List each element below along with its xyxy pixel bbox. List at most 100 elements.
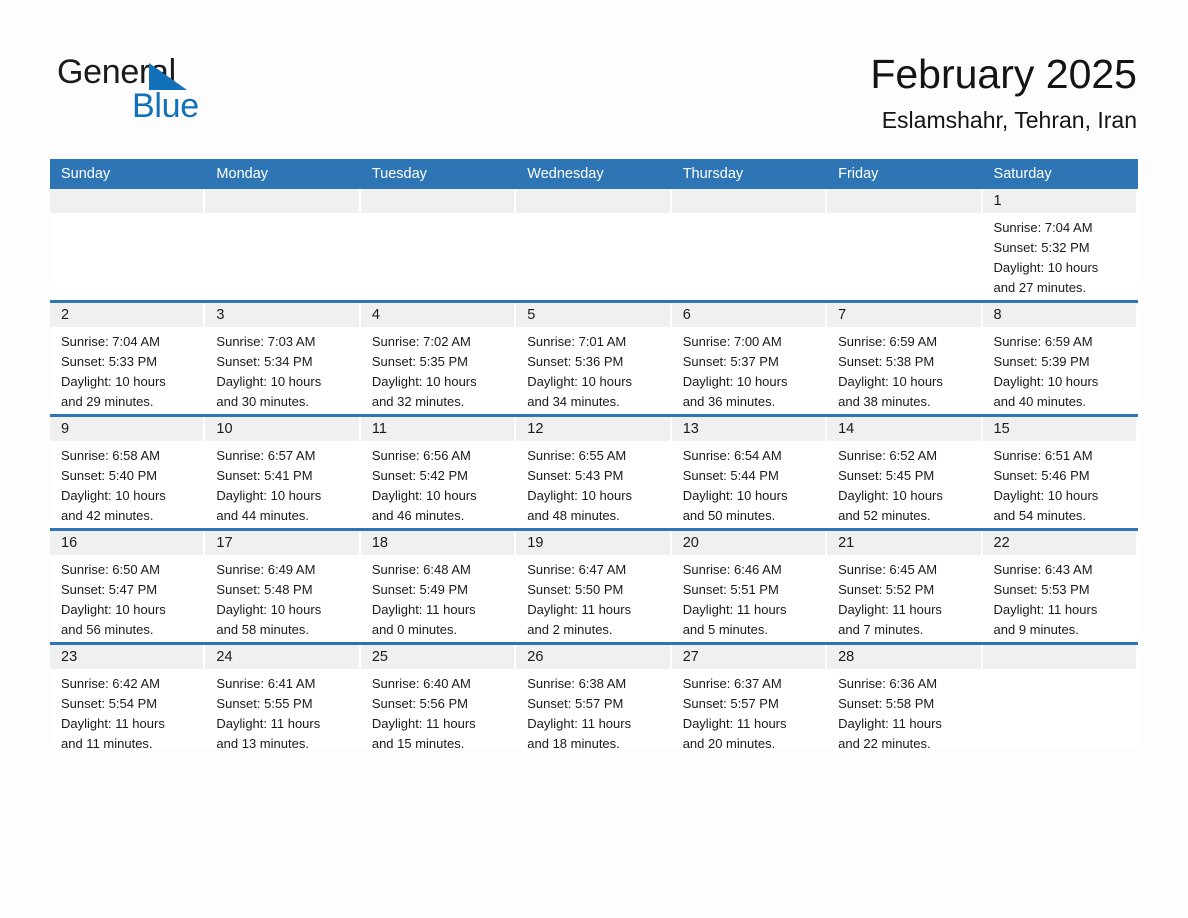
daylight-text: and 0 minutes.: [371, 622, 458, 637]
daylight-text: and 52 minutes.: [838, 508, 931, 523]
daylight-text: Daylight: 11 hours: [682, 602, 787, 617]
sunrise-text: Sunrise: 6:58 AM: [61, 448, 160, 463]
calendar-cell-empty[interactable]: [671, 189, 828, 300]
day-details: Sunrise: 6:56 AM Sunset: 5:42 PM Daylight:…: [361, 441, 516, 526]
day-number-band: 15: [982, 417, 1136, 441]
calendar-body: 1 Sunrise: 7:04 AM Sunset: 5:32 PM Daylight…: [50, 189, 1138, 751]
sunset-text: Sunset: 5:45 PM: [838, 468, 935, 483]
day-number-band: 1: [982, 189, 1136, 213]
calendar-cell-day[interactable]: 14 Sunrise: 6:52 AM Sunset: 5:45 PM Dayligh…: [827, 417, 983, 528]
day-number: 25: [371, 649, 388, 665]
day-number: 11: [371, 421, 387, 437]
daylight-text: Daylight: 10 hours: [216, 488, 322, 503]
daylight-text: Daylight: 10 hours: [527, 488, 633, 503]
calendar-cell-day[interactable]: 12 Sunrise: 6:55 AM Sunset: 5:43 PM Dayligh…: [516, 417, 672, 528]
calendar-cell-day[interactable]: 1 Sunrise: 7:04 AM Sunset: 5:32 PM Daylight…: [982, 189, 1138, 300]
day-number-band: 21: [827, 531, 981, 555]
sunset-text: Sunset: 5:58 PM: [838, 696, 935, 711]
daylight-text: Daylight: 11 hours: [838, 716, 942, 731]
daylight-text: Daylight: 10 hours: [993, 260, 1099, 275]
calendar-cell-empty[interactable]: [827, 189, 983, 300]
day-number-band: [205, 189, 359, 213]
daylight-text: and 54 minutes.: [993, 508, 1087, 523]
sunset-text: Sunset: 5:53 PM: [993, 582, 1090, 597]
calendar-cell-day[interactable]: 28 Sunrise: 6:36 AM Sunset: 5:58 PM Dayligh…: [827, 645, 983, 751]
calendar-cell-day[interactable]: 6 Sunrise: 7:00 AM Sunset: 5:37 PM Daylight…: [671, 303, 828, 414]
day-details: Sunrise: 7:00 AM Sunset: 5:37 PM Daylight:…: [672, 327, 827, 412]
week-row: 9 Sunrise: 6:58 AM Sunset: 5:40 PM Daylight…: [50, 414, 1138, 528]
sunset-text: Sunset: 5:34 PM: [216, 354, 313, 369]
calendar-cell-day[interactable]: 18 Sunrise: 6:48 AM Sunset: 5:49 PM Dayligh…: [360, 531, 517, 642]
calendar-cell-day[interactable]: 2 Sunrise: 7:04 AM Sunset: 5:33 PM Daylight…: [50, 303, 206, 414]
day-details: Sunrise: 7:01 AM Sunset: 5:36 PM Daylight:…: [516, 327, 671, 412]
day-number: 17: [216, 535, 233, 551]
calendar-cell-empty[interactable]: [516, 189, 672, 300]
daylight-text: and 2 minutes.: [527, 622, 613, 637]
sunrise-text: Sunrise: 7:00 AM: [682, 334, 782, 349]
calendar-cell-day[interactable]: 7 Sunrise: 6:59 AM Sunset: 5:38 PM Daylight…: [827, 303, 983, 414]
day-number-band: 14: [827, 417, 981, 441]
calendar-cell-day[interactable]: 15 Sunrise: 6:51 AM Sunset: 5:46 PM Dayligh…: [982, 417, 1138, 528]
calendar-cell-day[interactable]: 13 Sunrise: 6:54 AM Sunset: 5:44 PM Dayligh…: [671, 417, 828, 528]
calendar-cell-day[interactable]: 24 Sunrise: 6:41 AM Sunset: 5:55 PM Dayligh…: [205, 645, 361, 751]
day-details: Sunrise: 7:04 AM Sunset: 5:32 PM Daylight:…: [983, 213, 1138, 298]
calendar-cell-day[interactable]: 16 Sunrise: 6:50 AM Sunset: 5:47 PM Dayligh…: [50, 531, 206, 642]
week-row: 23 Sunrise: 6:42 AM Sunset: 5:54 PM Dayligh…: [50, 642, 1138, 751]
day-details: Sunrise: 7:03 AM Sunset: 5:34 PM Daylight:…: [205, 327, 360, 412]
sunrise-text: Sunrise: 6:54 AM: [682, 448, 782, 463]
daylight-text: Daylight: 10 hours: [682, 488, 788, 503]
calendar-cell-day[interactable]: 9 Sunrise: 6:58 AM Sunset: 5:40 PM Daylight…: [50, 417, 206, 528]
calendar-cell-day[interactable]: 23 Sunrise: 6:42 AM Sunset: 5:54 PM Dayligh…: [50, 645, 206, 751]
calendar-cell-day[interactable]: 19 Sunrise: 6:47 AM Sunset: 5:50 PM Dayligh…: [516, 531, 672, 642]
calendar-cell-day[interactable]: 8 Sunrise: 6:59 AM Sunset: 5:39 PM Daylight…: [982, 303, 1138, 414]
calendar-cell-day[interactable]: 10 Sunrise: 6:57 AM Sunset: 5:41 PM Dayligh…: [205, 417, 361, 528]
sunset-text: Sunset: 5:52 PM: [838, 582, 935, 597]
day-number: 14: [838, 421, 855, 437]
daylight-text: Daylight: 10 hours: [838, 488, 943, 503]
calendar-cell-day[interactable]: 22 Sunrise: 6:43 AM Sunset: 5:53 PM Dayligh…: [982, 531, 1138, 642]
calendar-cell-day[interactable]: 17 Sunrise: 6:49 AM Sunset: 5:48 PM Dayligh…: [205, 531, 361, 642]
sunset-text: Sunset: 5:33 PM: [61, 354, 158, 369]
day-number-band: 20: [671, 531, 826, 555]
daylight-text: Daylight: 10 hours: [682, 374, 788, 389]
day-details: Sunrise: 6:59 AM Sunset: 5:38 PM Daylight:…: [827, 327, 982, 412]
sunset-text: Sunset: 5:42 PM: [371, 468, 468, 483]
calendar-cell-day[interactable]: 3 Sunrise: 7:03 AM Sunset: 5:34 PM Daylight…: [205, 303, 361, 414]
sunrise-text: Sunrise: 6:55 AM: [527, 448, 627, 463]
sunset-text: Sunset: 5:36 PM: [527, 354, 624, 369]
calendar-cell-day[interactable]: 25 Sunrise: 6:40 AM Sunset: 5:56 PM Dayligh…: [360, 645, 517, 751]
calendar-cell-empty[interactable]: [50, 189, 206, 300]
day-number-band: [516, 189, 670, 213]
calendar-cell-empty[interactable]: [982, 645, 1138, 749]
calendar-cell-day[interactable]: 5 Sunrise: 7:01 AM Sunset: 5:36 PM Daylight…: [516, 303, 672, 414]
daylight-text: and 58 minutes.: [216, 622, 309, 637]
day-number-band: 24: [205, 645, 359, 669]
sunrise-text: Sunrise: 6:49 AM: [216, 562, 316, 577]
weekday-header-saturday: Saturday: [993, 166, 1052, 182]
day-details: Sunrise: 6:46 AM Sunset: 5:51 PM Daylight:…: [672, 555, 827, 640]
sunset-text: Sunset: 5:43 PM: [527, 468, 624, 483]
calendar-cell-day[interactable]: 20 Sunrise: 6:46 AM Sunset: 5:51 PM Dayligh…: [671, 531, 828, 642]
calendar-cell-empty[interactable]: [360, 189, 517, 300]
day-number-band: 7: [827, 303, 981, 327]
day-number: 27: [682, 649, 699, 665]
day-number: 5: [527, 307, 536, 323]
day-details: Sunrise: 6:37 AM Sunset: 5:57 PM Daylight:…: [672, 669, 827, 754]
sunrise-text: Sunrise: 6:40 AM: [371, 676, 471, 691]
day-number: 13: [682, 421, 699, 437]
day-number-band: 2: [50, 303, 204, 327]
calendar-cell-day[interactable]: 27 Sunrise: 6:37 AM Sunset: 5:57 PM Dayligh…: [671, 645, 828, 751]
general-blue-logo[interactable]: General Blue: [57, 52, 277, 125]
calendar-cell-day[interactable]: 21 Sunrise: 6:45 AM Sunset: 5:52 PM Dayligh…: [827, 531, 983, 642]
day-details: Sunrise: 6:40 AM Sunset: 5:56 PM Daylight:…: [361, 669, 516, 754]
sunrise-text: Sunrise: 7:04 AM: [61, 334, 160, 349]
daylight-text: Daylight: 10 hours: [993, 488, 1099, 503]
calendar-cell-day[interactable]: 26 Sunrise: 6:38 AM Sunset: 5:57 PM Dayligh…: [516, 645, 672, 751]
calendar-cell-day[interactable]: 4 Sunrise: 7:02 AM Sunset: 5:35 PM Daylight…: [360, 303, 517, 414]
day-details: Sunrise: 7:02 AM Sunset: 5:35 PM Daylight:…: [361, 327, 516, 412]
calendar-cell-empty[interactable]: [205, 189, 361, 300]
calendar-cell-day[interactable]: 11 Sunrise: 6:56 AM Sunset: 5:42 PM Dayligh…: [360, 417, 517, 528]
sunset-text: Sunset: 5:39 PM: [993, 354, 1090, 369]
daylight-text: and 22 minutes.: [838, 736, 931, 751]
page-title: February 2025: [870, 51, 1137, 97]
